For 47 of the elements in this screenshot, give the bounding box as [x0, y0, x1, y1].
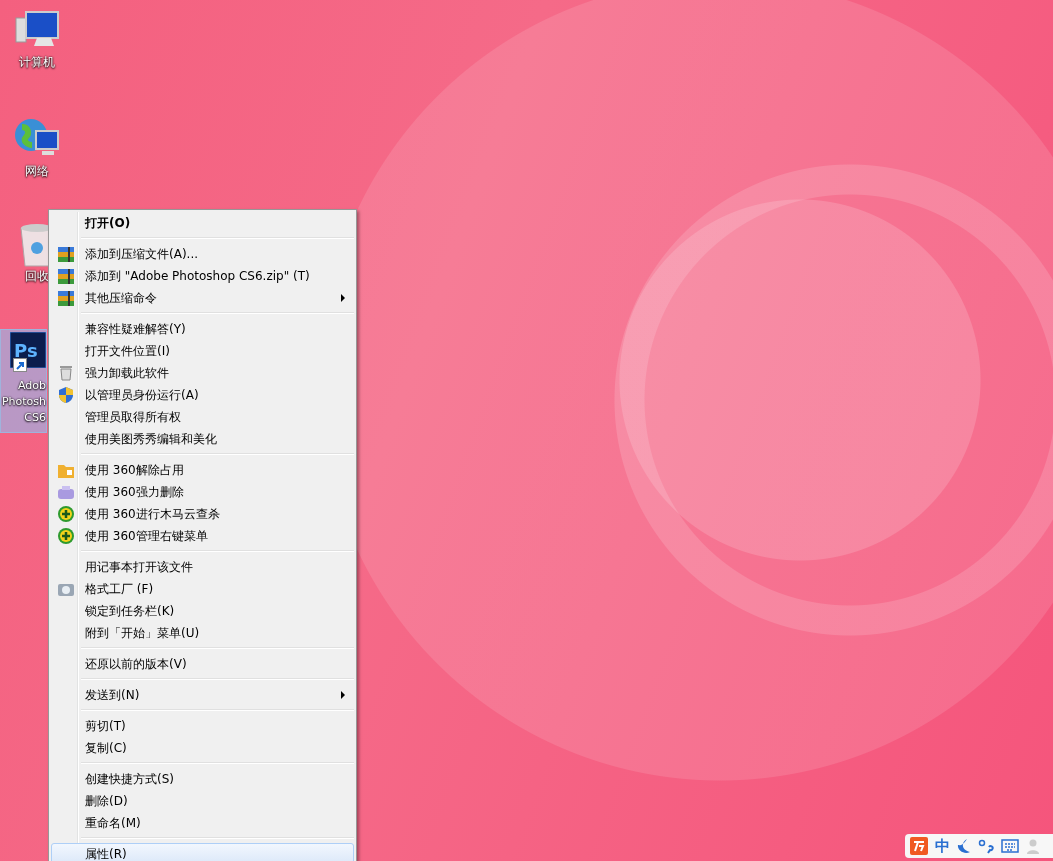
- plus-circle-icon: [58, 528, 74, 544]
- icon-label: 计算机: [19, 54, 55, 71]
- icon-label: CS6: [24, 410, 46, 426]
- icon-label: Photosh: [1, 394, 46, 410]
- folder-icon: [58, 462, 74, 478]
- icon-label: 网络: [25, 163, 49, 180]
- keyboard-icon[interactable]: [1001, 839, 1019, 853]
- archive-icon: [58, 246, 74, 262]
- menu-item[interactable]: 发送到(N): [51, 684, 354, 706]
- menu-item[interactable]: 使用 360管理右键菜单: [51, 525, 354, 547]
- menu-item[interactable]: 创建快捷方式(S): [51, 768, 354, 790]
- menu-item[interactable]: 以管理员身份运行(A): [51, 384, 354, 406]
- icon-label: Adob: [17, 378, 46, 394]
- selected-desktop-icon[interactable]: Ps Adob Photosh CS6: [0, 329, 47, 433]
- camera-icon: [58, 582, 74, 596]
- menu-item[interactable]: 还原以前的版本(V): [51, 653, 354, 675]
- menu-item[interactable]: 删除(D): [51, 790, 354, 812]
- menu-item[interactable]: 用记事本打开该文件: [51, 556, 354, 578]
- menu-item[interactable]: 复制(C): [51, 737, 354, 759]
- menu-item[interactable]: 管理员取得所有权: [51, 406, 354, 428]
- menu-item[interactable]: 添加到压缩文件(A)...: [51, 243, 354, 265]
- menu-item[interactable]: 格式工厂 (F): [51, 578, 354, 600]
- menu-item[interactable]: 兼容性疑难解答(Y): [51, 318, 354, 340]
- menu-item[interactable]: 使用 360强力删除: [51, 481, 354, 503]
- archive-icon: [58, 290, 74, 306]
- plus-circle-icon: [58, 506, 74, 522]
- menu-item[interactable]: 使用美图秀秀编辑和美化: [51, 428, 354, 450]
- input-mode-toggle[interactable]: 中: [935, 836, 950, 856]
- menu-item[interactable]: 强力卸载此软件: [51, 362, 354, 384]
- menu-item[interactable]: 属性(R): [51, 843, 354, 861]
- menu-item[interactable]: 打开文件位置(I): [51, 340, 354, 362]
- trash-icon: [59, 365, 73, 381]
- menu-item[interactable]: 添加到 "Adobe Photoshop CS6.zip" (T): [51, 265, 354, 287]
- menu-item[interactable]: 重命名(M): [51, 812, 354, 834]
- menu-item[interactable]: 剪切(T): [51, 715, 354, 737]
- menu-item[interactable]: 其他压缩命令: [51, 287, 354, 309]
- eraser-icon: [58, 484, 74, 500]
- icon-label: 回收: [25, 268, 49, 285]
- ime-logo-icon: [910, 837, 928, 855]
- menu-item[interactable]: 附到「开始」菜单(U): [51, 622, 354, 644]
- shield-icon: [59, 387, 73, 403]
- punctuation-icon[interactable]: [978, 838, 994, 854]
- moon-icon[interactable]: [957, 838, 971, 854]
- menu-item[interactable]: 使用 360进行木马云查杀: [51, 503, 354, 525]
- archive-icon: [58, 268, 74, 284]
- menu-item[interactable]: 使用 360解除占用: [51, 459, 354, 481]
- menu-item[interactable]: 锁定到任务栏(K): [51, 600, 354, 622]
